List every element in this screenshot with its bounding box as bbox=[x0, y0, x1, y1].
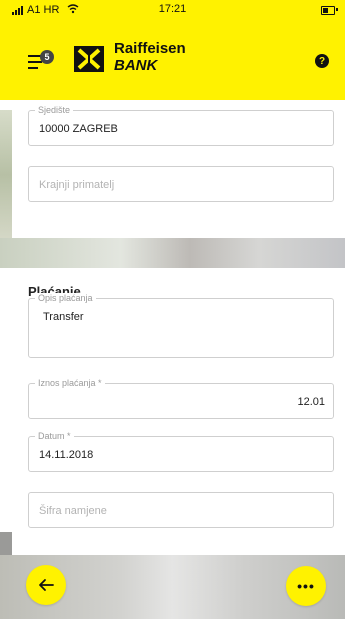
sifra-namjene-field[interactable]: Šifra namjene bbox=[28, 492, 334, 528]
more-icon: ••• bbox=[297, 578, 315, 594]
help-icon[interactable]: ? bbox=[315, 54, 329, 68]
menu-button[interactable]: 5 bbox=[28, 50, 54, 76]
battery-tip bbox=[336, 8, 338, 11]
opis-placanja-field[interactable]: Opis plaćanja Transfer bbox=[28, 293, 334, 358]
sjediste-field[interactable]: Sjedište 10000 ZAGREB bbox=[28, 105, 334, 146]
sjediste-label: Sjedište bbox=[35, 105, 74, 115]
logo-bank: BANK bbox=[114, 57, 158, 74]
back-button[interactable] bbox=[26, 565, 66, 605]
background-image bbox=[0, 238, 345, 268]
status-bar: A1 HR 17:21 bbox=[0, 0, 345, 22]
logo-name: Raiffeisen bbox=[114, 40, 186, 57]
sifra-namjene-placeholder: Šifra namjene bbox=[39, 505, 107, 517]
background-image bbox=[0, 110, 12, 240]
datum-label: Datum * bbox=[35, 431, 74, 441]
notification-badge: 5 bbox=[40, 50, 54, 64]
sjediste-value: 10000 ZAGREB bbox=[39, 123, 118, 135]
arrow-left-icon bbox=[39, 579, 54, 591]
opis-placanja-value: Transfer bbox=[43, 311, 84, 323]
opis-placanja-label: Opis plaćanja bbox=[35, 293, 96, 303]
datum-value: 14.11.2018 bbox=[39, 449, 94, 461]
more-actions-button[interactable]: ••• bbox=[286, 566, 326, 606]
status-time: 17:21 bbox=[158, 3, 187, 15]
datum-field[interactable]: Datum * 14.11.2018 bbox=[28, 431, 334, 472]
krajnji-primatelj-field[interactable]: Krajnji primatelj bbox=[28, 166, 334, 202]
iznos-placanja-value: 12.01 bbox=[297, 396, 325, 408]
iznos-placanja-field[interactable]: Iznos plaćanja * 12.01 bbox=[28, 378, 334, 419]
raiffeisen-logo: Raiffeisen BANK bbox=[72, 40, 222, 80]
app-header: A1 HR 17:21 5 Raiffeisen BANK ? bbox=[0, 0, 345, 100]
krajnji-primatelj-placeholder: Krajnji primatelj bbox=[39, 179, 115, 191]
battery-icon bbox=[321, 6, 335, 15]
iznos-placanja-label: Iznos plaćanja * bbox=[35, 378, 105, 388]
raiffeisen-gable-icon bbox=[74, 46, 104, 72]
